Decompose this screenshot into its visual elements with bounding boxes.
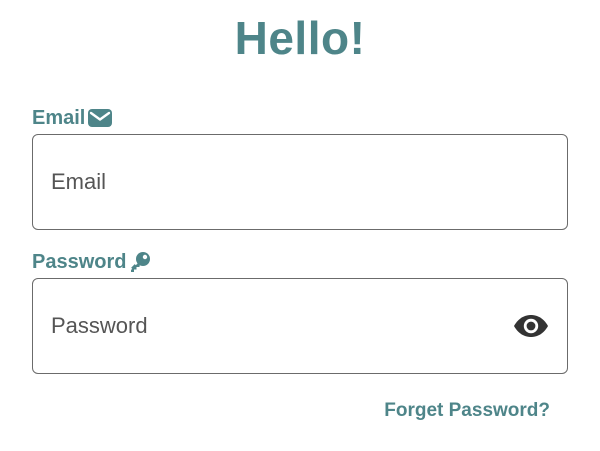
email-input[interactable] (33, 135, 567, 229)
forgot-password-link[interactable]: Forget Password? (384, 400, 550, 422)
envelope-icon (87, 108, 113, 128)
eye-icon[interactable] (513, 313, 549, 339)
password-input[interactable] (33, 279, 567, 373)
password-label-text: Password (32, 251, 127, 273)
key-icon (128, 250, 152, 274)
email-label-text: Email (32, 107, 86, 129)
password-field-container (32, 278, 568, 374)
email-field-container (32, 134, 568, 230)
page-title: Hello! (234, 12, 366, 64)
password-label: Password (32, 250, 152, 274)
login-page: Hello! Email Password (0, 0, 600, 451)
email-label: Email (32, 106, 113, 130)
